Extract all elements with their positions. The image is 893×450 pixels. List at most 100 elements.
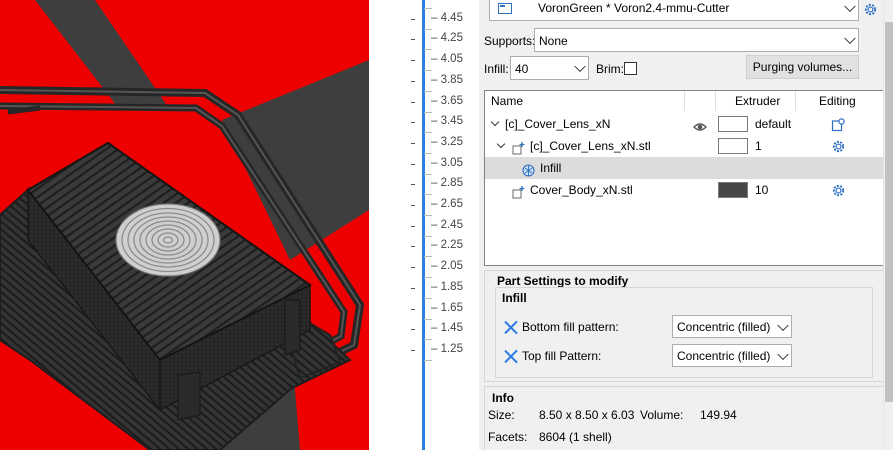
- sidebar-panel: VoronGreen * Voron2.4-mmu-Cutter Support…: [479, 0, 893, 450]
- list-item-part[interactable]: [c]_Cover_Lens_xN.stl 1: [485, 135, 883, 157]
- layer-tick: [411, 309, 415, 310]
- printer-combo[interactable]: VoronGreen * Voron2.4-mmu-Cutter: [489, 0, 859, 21]
- layer-height-label: – 3.05: [431, 157, 463, 169]
- layer-tick: [411, 288, 415, 289]
- chevron-down-icon: [844, 0, 856, 13]
- part-extruder: 1: [755, 139, 762, 153]
- layer-minor-tick: [424, 339, 432, 340]
- layer-slider-track[interactable]: [422, 0, 425, 450]
- layer-tick: [411, 39, 415, 40]
- gear-icon[interactable]: [831, 139, 846, 154]
- layer-height-label: – 1.45: [431, 322, 463, 334]
- model-preview: [0, 0, 369, 450]
- facets-label: Facets:: [488, 430, 528, 444]
- layer-tick: [411, 205, 415, 206]
- col-header-name[interactable]: Name: [491, 91, 523, 111]
- layer-height-label: – 2.05: [431, 260, 463, 272]
- printer-settings-gear-icon[interactable]: [863, 2, 878, 17]
- chevron-down-icon: [777, 319, 789, 331]
- size-label: Size:: [488, 408, 515, 422]
- chevron-down-icon[interactable]: [490, 117, 500, 127]
- part-name: Cover_Body_xN.stl: [530, 183, 633, 197]
- top-fill-value: Concentric (filled): [677, 349, 771, 363]
- layer-tick: [411, 81, 415, 82]
- eye-icon[interactable]: [693, 118, 707, 131]
- chevron-down-icon[interactable]: [496, 139, 506, 149]
- facets-value: 8604 (1 shell): [539, 430, 612, 444]
- object-list[interactable]: Name Extruder Editing [c]_Cover_Lens_xN …: [484, 90, 884, 266]
- list-item-part[interactable]: Cover_Body_xN.stl 10: [485, 179, 883, 201]
- size-value: 8.50 x 8.50 x 6.03: [539, 408, 635, 422]
- part-icon: [512, 140, 525, 155]
- col-divider: [795, 91, 796, 111]
- sidebar-scrollbar[interactable]: [883, 0, 893, 450]
- volume-label: Volume:: [640, 408, 684, 422]
- infill-settings-group: Infill Bottom fill pattern: Concentric (…: [495, 287, 873, 378]
- chevron-down-icon: [574, 60, 586, 73]
- layer-tick: [411, 19, 415, 20]
- list-item-settings[interactable]: Infill: [485, 157, 883, 179]
- part-settings-group: Part Settings to modify Infill Bottom fi…: [484, 270, 884, 382]
- layer-minor-tick: [424, 277, 432, 278]
- layer-height-label: – 2.65: [431, 198, 463, 210]
- 3d-viewport[interactable]: [0, 0, 369, 450]
- layer-minor-tick: [424, 236, 432, 237]
- layer-minor-tick: [424, 153, 432, 154]
- volume-value: 149.94: [700, 408, 737, 422]
- infill-value: 40: [515, 62, 529, 76]
- layer-minor-tick: [424, 8, 432, 9]
- col-header-extruder[interactable]: Extruder: [735, 91, 780, 111]
- bottom-fill-value: Concentric (filled): [677, 320, 771, 334]
- layer-tick: [411, 60, 415, 61]
- layer-minor-tick: [424, 132, 432, 133]
- info-title: Info: [492, 391, 514, 405]
- remove-setting-icon[interactable]: [504, 349, 518, 363]
- remove-setting-icon[interactable]: [504, 320, 518, 334]
- col-divider: [684, 91, 685, 111]
- gear-icon[interactable]: [831, 183, 846, 198]
- extruder-color-swatch[interactable]: [718, 182, 748, 198]
- extruder-color-swatch[interactable]: [718, 116, 748, 132]
- layer-height-label: – 3.85: [431, 74, 463, 86]
- scrollbar-thumb[interactable]: [885, 22, 893, 402]
- brim-label: Brim:: [596, 62, 624, 76]
- info-group: Info Size: 8.50 x 8.50 x 6.03 Volume: 14…: [484, 386, 884, 450]
- layer-height-label: – 4.05: [431, 53, 463, 65]
- col-header-editing[interactable]: Editing: [819, 91, 856, 111]
- layer-tick: [411, 102, 415, 103]
- layer-tick: [411, 226, 415, 227]
- layer-height-label: – 2.85: [431, 177, 463, 189]
- edit-object-icon[interactable]: [831, 117, 845, 132]
- layer-height-label: – 2.45: [431, 219, 463, 231]
- layer-height-label: – 3.45: [431, 115, 463, 127]
- layer-minor-tick: [424, 29, 432, 30]
- supports-combo[interactable]: None: [534, 28, 859, 52]
- extruder-color-swatch[interactable]: [718, 138, 748, 154]
- brim-checkbox[interactable]: [624, 62, 637, 75]
- purging-volumes-label: Purging volumes...: [752, 60, 853, 74]
- layer-minor-tick: [424, 319, 432, 320]
- part-name: [c]_Cover_Lens_xN.stl: [530, 139, 651, 153]
- layer-slider[interactable]: – 4.65 – 4.45 – 4.25 – 4.05 – 3.85 – 3.65 – 3.…: [369, 0, 479, 450]
- app-window: – 4.65 – 4.45 – 4.25 – 4.05 – 3.85 – 3.65 – 3.…: [0, 0, 893, 450]
- layer-height-label: – 1.25: [431, 343, 463, 355]
- layer-minor-tick: [424, 360, 432, 361]
- infill-combo[interactable]: 40: [510, 56, 589, 80]
- bottom-fill-combo[interactable]: Concentric (filled): [672, 315, 792, 338]
- layer-height-label: – 1.85: [431, 281, 463, 293]
- part-settings-title: Part Settings to modify: [495, 274, 631, 288]
- infill-group-title: Infill: [502, 291, 527, 305]
- layer-height-label: – 4.25: [431, 32, 463, 44]
- layer-minor-tick: [424, 91, 432, 92]
- col-divider: [715, 91, 716, 111]
- layer-tick: [411, 350, 415, 351]
- top-fill-combo[interactable]: Concentric (filled): [672, 344, 792, 367]
- layer-minor-tick: [424, 49, 432, 50]
- layer-height-label: – 3.25: [431, 136, 463, 148]
- list-item-object[interactable]: [c]_Cover_Lens_xN default: [485, 113, 883, 135]
- layer-tick: [411, 246, 415, 247]
- layer-minor-tick: [424, 174, 432, 175]
- purging-volumes-button[interactable]: Purging volumes...: [746, 55, 859, 79]
- layer-minor-tick: [424, 256, 432, 257]
- part-icon: [512, 184, 525, 199]
